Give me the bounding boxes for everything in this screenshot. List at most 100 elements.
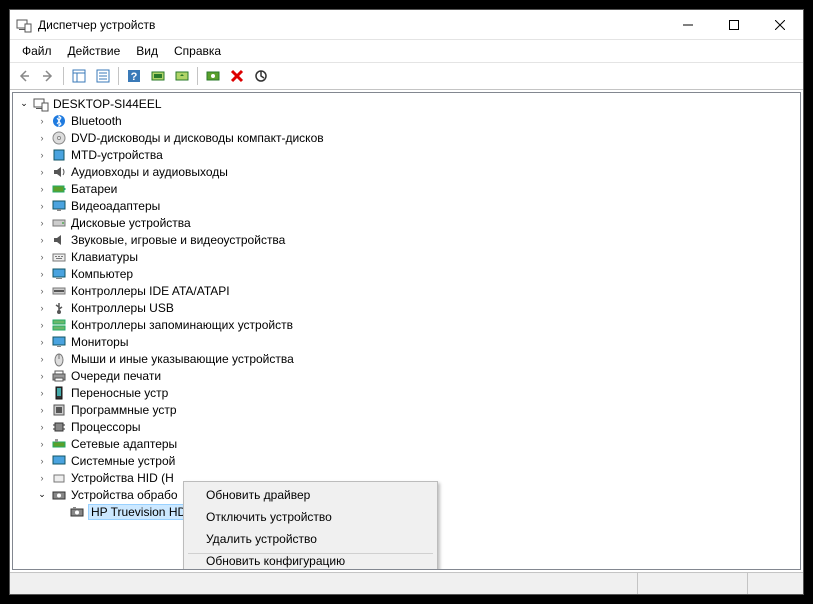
ctx-rescan-hardware[interactable]: Обновить конфигурацию оборудования [186, 557, 435, 570]
cpu-icon [51, 419, 67, 435]
expand-icon[interactable]: › [37, 320, 47, 330]
tree-node[interactable]: ›Контроллеры запоминающих устройств [13, 316, 800, 333]
menu-file[interactable]: Файл [14, 42, 60, 60]
tree-node[interactable]: › Мониторы [13, 333, 800, 350]
expand-icon[interactable]: › [37, 252, 47, 262]
tree-node-label: Компьютер [71, 267, 133, 281]
tree-root-label: DESKTOP-SI44EEL [53, 97, 162, 111]
expand-icon[interactable]: › [37, 167, 47, 177]
context-menu: Обновить драйвер Отключить устройство Уд… [183, 481, 438, 570]
maximize-button[interactable] [711, 10, 757, 40]
expand-icon[interactable]: ⌄ [19, 99, 29, 109]
tree-node[interactable]: › MTD-устройства [13, 146, 800, 163]
properties-button[interactable] [92, 65, 114, 87]
window-title: Диспетчер устройств [38, 18, 665, 32]
expand-icon[interactable]: ⌄ [37, 490, 47, 500]
bluetooth-icon [51, 113, 67, 129]
toolbar: ? [10, 62, 803, 90]
minimize-button[interactable] [665, 10, 711, 40]
close-button[interactable] [757, 10, 803, 40]
menubar: Файл Действие Вид Справка [10, 40, 803, 62]
ctx-remove-device[interactable]: Удалить устройство [186, 528, 435, 550]
tree-node[interactable]: › Батареи [13, 180, 800, 197]
tree-node-label: Мониторы [71, 335, 128, 349]
tree-root[interactable]: ⌄ DESKTOP-SI44EEL [13, 95, 800, 112]
mtd-icon [51, 147, 67, 163]
tree-node[interactable]: ›Аудиовходы и аудиовыходы [13, 163, 800, 180]
tree-node[interactable]: ›Мыши и иные указывающие устройства [13, 350, 800, 367]
expand-icon[interactable]: › [37, 473, 47, 483]
help-button[interactable]: ? [123, 65, 145, 87]
computer-icon [51, 266, 67, 282]
statusbar [10, 572, 803, 594]
expand-icon[interactable]: › [37, 337, 47, 347]
expand-icon[interactable]: › [37, 354, 47, 364]
tree-node-label: Батареи [71, 182, 117, 196]
cycle-button[interactable] [250, 65, 272, 87]
tree-node[interactable]: ›Видеоадаптеры [13, 197, 800, 214]
tree-node[interactable]: › DVD-дисководы и дисководы компакт-диско… [13, 129, 800, 146]
expand-icon[interactable]: › [37, 422, 47, 432]
tree-node[interactable]: ›Переносные устр [13, 384, 800, 401]
tree-node[interactable]: ›Системные устрой [13, 452, 800, 469]
expand-icon[interactable]: › [37, 150, 47, 160]
device-tree[interactable]: ⌄ DESKTOP-SI44EEL ›Bluetooth › DVD-дисков… [12, 92, 801, 570]
ide-icon [51, 283, 67, 299]
expand-icon[interactable]: › [37, 388, 47, 398]
show-hide-button[interactable] [68, 65, 90, 87]
keyboard-icon [51, 249, 67, 265]
devmgr-icon [16, 17, 32, 33]
tree-node[interactable]: › Процессоры [13, 418, 800, 435]
tree-node[interactable]: ›Дисковые устройства [13, 214, 800, 231]
expand-icon[interactable]: › [37, 286, 47, 296]
scan-button[interactable] [147, 65, 169, 87]
tree-node[interactable]: › Сетевые адаптеры [13, 435, 800, 452]
expand-icon[interactable]: › [37, 439, 47, 449]
tree-node[interactable]: › Контроллеры IDE ATA/ATAPI [13, 282, 800, 299]
expand-icon[interactable]: › [37, 269, 47, 279]
expand-icon[interactable]: › [37, 371, 47, 381]
tree-node[interactable]: ›Клавиатуры [13, 248, 800, 265]
tree-node-label: DVD-дисководы и дисководы компакт-дисков [71, 131, 324, 145]
expand-icon[interactable]: › [37, 116, 47, 126]
titlebar: Диспетчер устройств [10, 10, 803, 40]
enable-button[interactable] [202, 65, 224, 87]
tree-node[interactable]: › Компьютер [13, 265, 800, 282]
tree-node-label: Контроллеры USB [71, 301, 174, 315]
expand-icon[interactable]: › [37, 218, 47, 228]
usb-icon [51, 300, 67, 316]
tree-node[interactable]: ›Bluetooth [13, 112, 800, 129]
expand-icon[interactable]: › [37, 303, 47, 313]
expand-icon[interactable]: › [37, 133, 47, 143]
forward-button[interactable] [37, 65, 59, 87]
tree-node-label: MTD-устройства [71, 148, 163, 162]
menu-view[interactable]: Вид [128, 42, 166, 60]
back-button[interactable] [13, 65, 35, 87]
update-button[interactable] [171, 65, 193, 87]
tree-node-label: Устройства обрабо [71, 488, 178, 502]
tree-node-label: Устройства HID (H [71, 471, 174, 485]
expand-icon[interactable]: › [37, 201, 47, 211]
system-icon [51, 453, 67, 469]
battery-icon [51, 181, 67, 197]
tree-node-label: Контроллеры IDE ATA/ATAPI [71, 284, 230, 298]
menu-help[interactable]: Справка [166, 42, 229, 60]
menu-action[interactable]: Действие [60, 42, 129, 60]
tree-node[interactable]: › Контроллеры USB [13, 299, 800, 316]
tree-node[interactable]: ›Звуковые, игровые и видеоустройства [13, 231, 800, 248]
expand-icon[interactable]: › [37, 405, 47, 415]
tree-node[interactable]: ›Очереди печати [13, 367, 800, 384]
tree-node-label: Сетевые адаптеры [71, 437, 177, 451]
expand-icon[interactable]: › [37, 456, 47, 466]
tree-node-label: Процессоры [71, 420, 141, 434]
audio-icon [51, 164, 67, 180]
disk-icon [51, 215, 67, 231]
ctx-disable-device[interactable]: Отключить устройство [186, 506, 435, 528]
expand-icon[interactable]: › [37, 235, 47, 245]
ctx-update-driver[interactable]: Обновить драйвер [186, 484, 435, 506]
printer-icon [51, 368, 67, 384]
dvd-icon [51, 130, 67, 146]
tree-node[interactable]: ›Программные устр [13, 401, 800, 418]
expand-icon[interactable]: › [37, 184, 47, 194]
uninstall-button[interactable] [226, 65, 248, 87]
